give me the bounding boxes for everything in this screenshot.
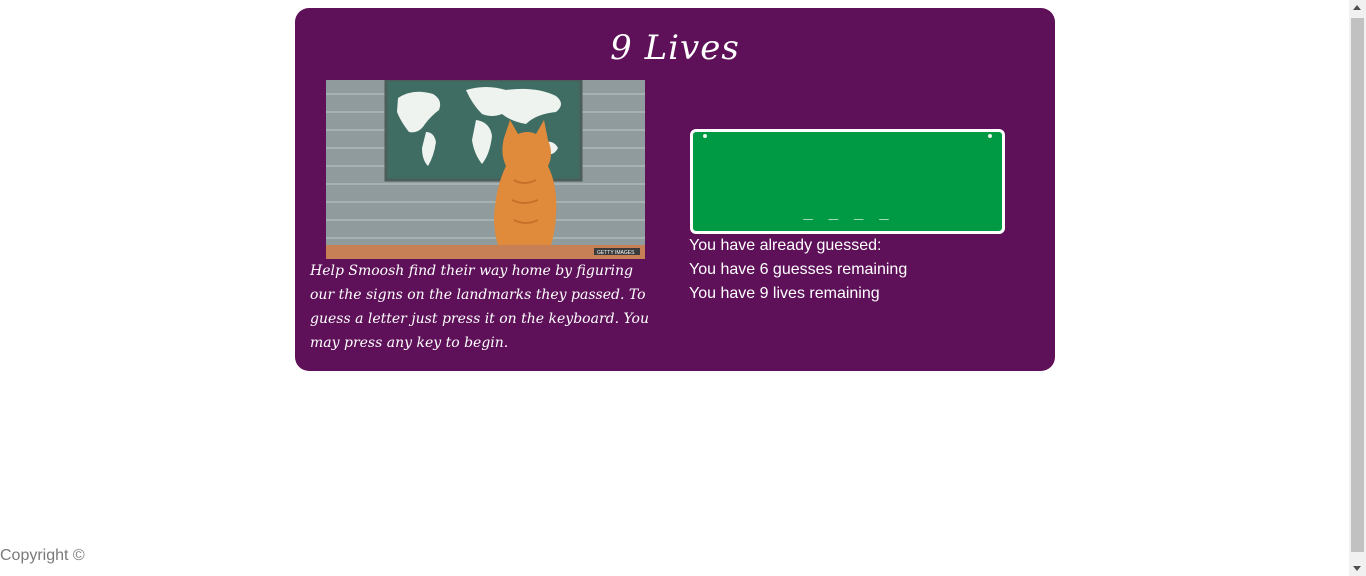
street-sign: _ _ _ _: [690, 129, 1005, 234]
cat-map-image: GETTY IMAGES: [326, 80, 645, 259]
copyright-footer: Copyright ©: [0, 547, 85, 564]
guesses-remaining-text: You have 6 guesses remaining: [689, 261, 908, 278]
sign-bolt-right: [988, 134, 992, 138]
scroll-down-icon[interactable]: [1353, 566, 1361, 571]
instructions-text: Help Smoosh find their way home by figur…: [310, 263, 649, 351]
sign-bolt-left: [703, 134, 707, 138]
scroll-thumb[interactable]: [1351, 18, 1364, 552]
vertical-scrollbar[interactable]: [1349, 0, 1366, 576]
image-caption: GETTY IMAGES: [597, 250, 635, 256]
game-title: 9 Lives: [610, 28, 740, 68]
game-stats: You have already guessed: You have 6 gue…: [689, 234, 1029, 306]
game-panel: 9 Lives GETTY IMAGES Help Smoosh find th…: [295, 8, 1055, 371]
hidden-word: _ _ _ _: [803, 201, 892, 220]
already-guessed-text: You have already guessed:: [689, 237, 882, 254]
lives-remaining-text: You have 9 lives remaining: [689, 285, 880, 302]
scroll-up-icon[interactable]: [1353, 5, 1361, 10]
